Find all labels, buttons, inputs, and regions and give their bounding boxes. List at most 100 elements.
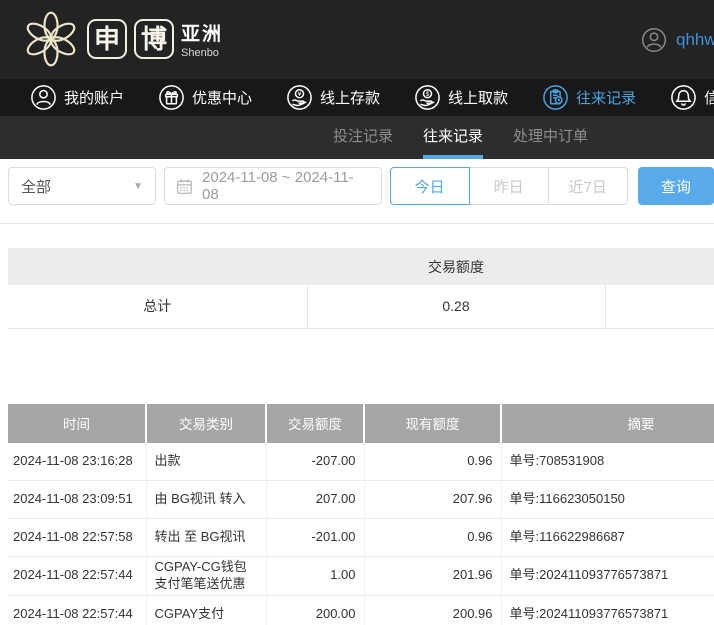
cell-time: 2024-11-08 22:57:44 — [8, 595, 146, 625]
cell-remark: 单号:708531908 — [501, 443, 714, 481]
cell-balance: 201.96 — [364, 557, 501, 596]
table-row: 2024-11-08 22:57:58转出 至 BG视讯-201.000.96单… — [8, 519, 714, 557]
filter-section: 全部 ▼ 2024-11-08 ~ 2024-11-08 今日 昨日 近7日 查… — [0, 159, 714, 224]
tab-betting-records[interactable]: 投注记录 — [333, 116, 393, 159]
nav-item-my-account[interactable]: 我的账户 — [30, 84, 124, 111]
summary-empty-cell — [605, 285, 714, 328]
summary-header-row: 交易额度 — [8, 248, 714, 285]
quick-btn-label: 今日 — [415, 176, 445, 197]
table-row: 2024-11-08 22:57:44CGPAY-CG钱包支付笔笔送优惠1.00… — [8, 557, 714, 596]
chevron-down-icon: ▼ — [133, 181, 143, 192]
summary-header-empty — [8, 248, 307, 285]
transactions-header-row: 时间 交易类别 交易额度 现有额度 摘要 — [8, 404, 714, 443]
quick-date-button-group: 今日 昨日 近7日 — [390, 167, 628, 205]
summary-header-empty-2 — [605, 248, 714, 285]
brand-name-en: Shenbo — [181, 47, 223, 59]
gift-icon — [158, 84, 185, 111]
nav-item-transactions[interactable]: 往来记录 — [542, 84, 636, 111]
tab-label: 往来记录 — [423, 125, 483, 146]
last-7-days-button[interactable]: 近7日 — [548, 167, 628, 205]
transactions-body: 2024-11-08 23:16:28出款-207.000.96单号:70853… — [8, 443, 714, 625]
type-select[interactable]: 全部 ▼ — [8, 167, 156, 205]
table-row: 2024-11-08 22:57:44CGPAY支付200.00200.96单号… — [8, 595, 714, 625]
quick-btn-label: 昨日 — [494, 176, 524, 197]
cell-remark: 单号:202411093776573871 — [501, 595, 714, 625]
tab-pending-orders[interactable]: 处理中订单 — [513, 116, 588, 159]
nav-label: 线上存款 — [320, 87, 380, 108]
brand-logo[interactable]: 申 博 亚洲 Shenbo — [0, 0, 714, 68]
cell-amount: 200.00 — [266, 595, 364, 625]
nav-label: 往来记录 — [576, 87, 636, 108]
cell-type: 出款 — [146, 443, 266, 481]
records-icon — [542, 84, 569, 111]
tab-transaction-records[interactable]: 往来记录 — [423, 116, 483, 159]
summary-header-amount: 交易额度 — [307, 248, 605, 285]
quick-btn-label: 近7日 — [569, 176, 607, 197]
username[interactable]: qhhw — [676, 30, 714, 50]
summary-total-row: 总计 0.28 — [8, 285, 714, 328]
cell-amount: 1.00 — [266, 557, 364, 596]
user-account[interactable]: qhhw — [641, 27, 714, 53]
record-tab-bar: 投注记录 往来记录 处理中订单 — [0, 116, 714, 159]
cell-type: CGPAY支付 — [146, 595, 266, 625]
cell-time: 2024-11-08 23:09:51 — [8, 481, 146, 519]
flower-logo-icon — [22, 10, 80, 68]
cell-remark: 单号:202411093776573871 — [501, 557, 714, 596]
brand-region: 亚洲 — [181, 19, 223, 46]
user-avatar-icon — [641, 27, 667, 53]
main-nav: 我的账户 优惠中心 ¥ 线上存款 $ 线上取款 — [0, 79, 714, 116]
date-range-value: 2024-11-08 ~ 2024-11-08 — [202, 169, 370, 203]
withdraw-icon: $ — [414, 84, 441, 111]
yesterday-button[interactable]: 昨日 — [469, 167, 549, 205]
col-header-time: 时间 — [8, 404, 146, 443]
cell-amount: 207.00 — [266, 481, 364, 519]
nav-label: 信息 — [704, 87, 714, 108]
cell-balance: 0.96 — [364, 443, 501, 481]
nav-item-messages[interactable]: 信息 — [670, 84, 714, 111]
cell-balance: 0.96 — [364, 519, 501, 557]
col-header-amount: 交易额度 — [266, 404, 364, 443]
table-row: 2024-11-08 23:16:28出款-207.000.96单号:70853… — [8, 443, 714, 481]
top-header: 申 博 亚洲 Shenbo qhhw — [0, 0, 714, 79]
logo-char-2: 博 — [141, 26, 167, 52]
today-button[interactable]: 今日 — [390, 167, 470, 205]
tab-label: 投注记录 — [333, 125, 393, 146]
deposit-icon: ¥ — [286, 84, 313, 111]
nav-label: 线上取款 — [448, 87, 508, 108]
calendar-icon — [176, 178, 193, 195]
nav-item-promotions[interactable]: 优惠中心 — [158, 84, 252, 111]
date-range-input[interactable]: 2024-11-08 ~ 2024-11-08 — [164, 167, 382, 205]
transactions-table: 时间 交易类别 交易额度 现有额度 摘要 2024-11-08 23:16:28… — [8, 404, 714, 625]
cell-amount: -201.00 — [266, 519, 364, 557]
cell-time: 2024-11-08 22:57:44 — [8, 557, 146, 596]
nav-item-deposit[interactable]: ¥ 线上存款 — [286, 84, 380, 111]
cell-time: 2024-11-08 22:57:58 — [8, 519, 146, 557]
cell-balance: 207.96 — [364, 481, 501, 519]
cell-time: 2024-11-08 23:16:28 — [8, 443, 146, 481]
nav-label: 优惠中心 — [192, 87, 252, 108]
nav-label: 我的账户 — [64, 87, 124, 108]
nav-item-withdraw[interactable]: $ 线上取款 — [414, 84, 508, 111]
svg-text:¥: ¥ — [298, 91, 302, 98]
tab-label: 处理中订单 — [513, 125, 588, 146]
cell-remark: 单号:116623050150 — [501, 481, 714, 519]
cell-type: 转出 至 BG视讯 — [146, 519, 266, 557]
cell-type: 由 BG视讯 转入 — [146, 481, 266, 519]
svg-text:$: $ — [426, 91, 430, 98]
logo-char-box-1: 申 — [87, 19, 127, 59]
cell-balance: 200.96 — [364, 595, 501, 625]
cell-amount: -207.00 — [266, 443, 364, 481]
col-header-type: 交易类别 — [146, 404, 266, 443]
col-header-balance: 现有额度 — [364, 404, 501, 443]
logo-char-1: 申 — [94, 26, 120, 52]
type-select-value: 全部 — [21, 176, 51, 197]
user-icon — [30, 84, 57, 111]
logo-char-box-2: 博 — [134, 19, 174, 59]
cell-remark: 单号:116622986687 — [501, 519, 714, 557]
summary-total-label: 总计 — [8, 285, 307, 328]
brand-text: 亚洲 Shenbo — [181, 19, 223, 59]
col-header-remark: 摘要 — [501, 404, 714, 443]
bell-icon — [670, 84, 697, 111]
search-button[interactable]: 查询 — [638, 167, 714, 205]
summary-table: 交易额度 总计 0.28 — [8, 248, 714, 329]
